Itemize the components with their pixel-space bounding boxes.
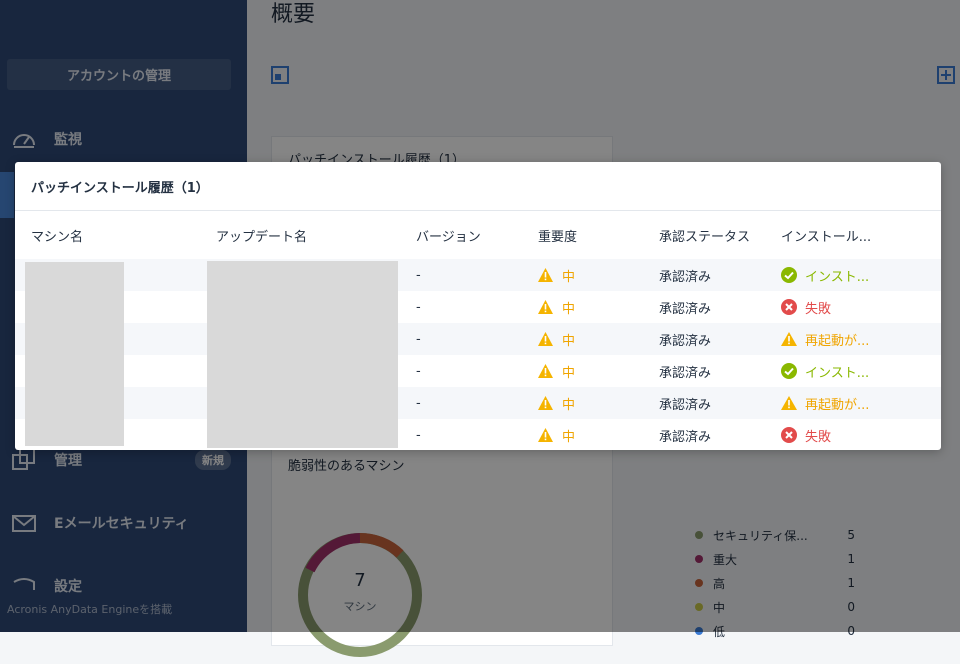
install-status-cell: 失敗 [781,419,931,450]
column-header-install-status[interactable]: インストール... [781,211,931,259]
severity-cell: 中 [538,419,575,450]
warning-icon [538,364,553,378]
severity-label: 中 [562,301,576,317]
patch-history-dialog: パッチインストール履歴（1） マシン名 アップデート名 バージョン 重要度 承認… [15,162,941,450]
version-cell: - [416,395,421,411]
warning-icon [538,428,553,442]
approval-cell: 承認済み [659,429,712,445]
column-header-machine[interactable]: マシン名 [31,211,201,259]
warning-icon [538,300,553,314]
install-status-label: 失敗 [805,429,832,445]
version-cell: - [416,267,421,283]
column-header-update[interactable]: アップデート名 [216,211,406,259]
warning-icon [781,332,797,346]
severity-cell: 中 [538,323,575,355]
install-status-cell: 再起動が... [781,387,931,419]
dialog-title: パッチインストール履歴（1） [15,162,941,211]
approval-cell: 承認済み [659,397,712,413]
install-status-cell: インスト... [781,355,931,387]
table-row[interactable]: - 中 承認済み 再起動が... [15,323,941,355]
redacted-update-names [207,261,398,448]
version-cell: - [416,427,421,443]
approval-cell: 承認済み [659,269,712,285]
check-circle-icon [781,363,797,379]
check-circle-icon [781,267,797,283]
version-cell: - [416,363,421,379]
warning-icon [781,396,797,410]
approval-cell: 承認済み [659,333,712,349]
version-cell: - [416,299,421,315]
table-row[interactable]: - 中 承認済み インスト... [15,259,941,291]
column-header-severity[interactable]: 重要度 [538,211,648,259]
table-row[interactable]: - 中 承認済み 再起動が... [15,387,941,419]
install-status-label: インスト... [805,269,870,285]
table-row[interactable]: - 中 承認済み 失敗 [15,291,941,323]
table-row[interactable]: - 中 承認済み 失敗 [15,419,941,450]
install-status-label: インスト... [805,365,870,381]
install-status-label: 再起動が... [805,333,870,349]
severity-label: 中 [562,333,576,349]
version-cell: - [416,331,421,347]
warning-icon [538,332,553,346]
column-header-version[interactable]: バージョン [416,211,526,259]
severity-label: 中 [562,269,576,285]
approval-cell: 承認済み [659,301,712,317]
install-status-label: 再起動が... [805,397,870,413]
install-status-cell: 失敗 [781,291,931,323]
warning-icon [538,268,553,282]
severity-label: 中 [562,365,576,381]
severity-label: 中 [562,397,576,413]
approval-cell: 承認済み [659,365,712,381]
error-circle-icon [781,427,797,443]
severity-cell: 中 [538,259,575,291]
table-row[interactable]: - 中 承認済み インスト... [15,355,941,387]
table-header: マシン名 アップデート名 バージョン 重要度 承認ステータス インストール... [15,211,941,260]
install-status-label: 失敗 [805,301,832,317]
severity-cell: 中 [538,387,575,419]
severity-label: 中 [562,429,576,445]
severity-cell: 中 [538,291,575,323]
warning-icon [538,396,553,410]
redacted-machine-names [25,262,124,446]
column-header-approval[interactable]: 承認ステータス [659,211,769,259]
error-circle-icon [781,299,797,315]
install-status-cell: 再起動が... [781,323,931,355]
install-status-cell: インスト... [781,259,931,291]
severity-cell: 中 [538,355,575,387]
